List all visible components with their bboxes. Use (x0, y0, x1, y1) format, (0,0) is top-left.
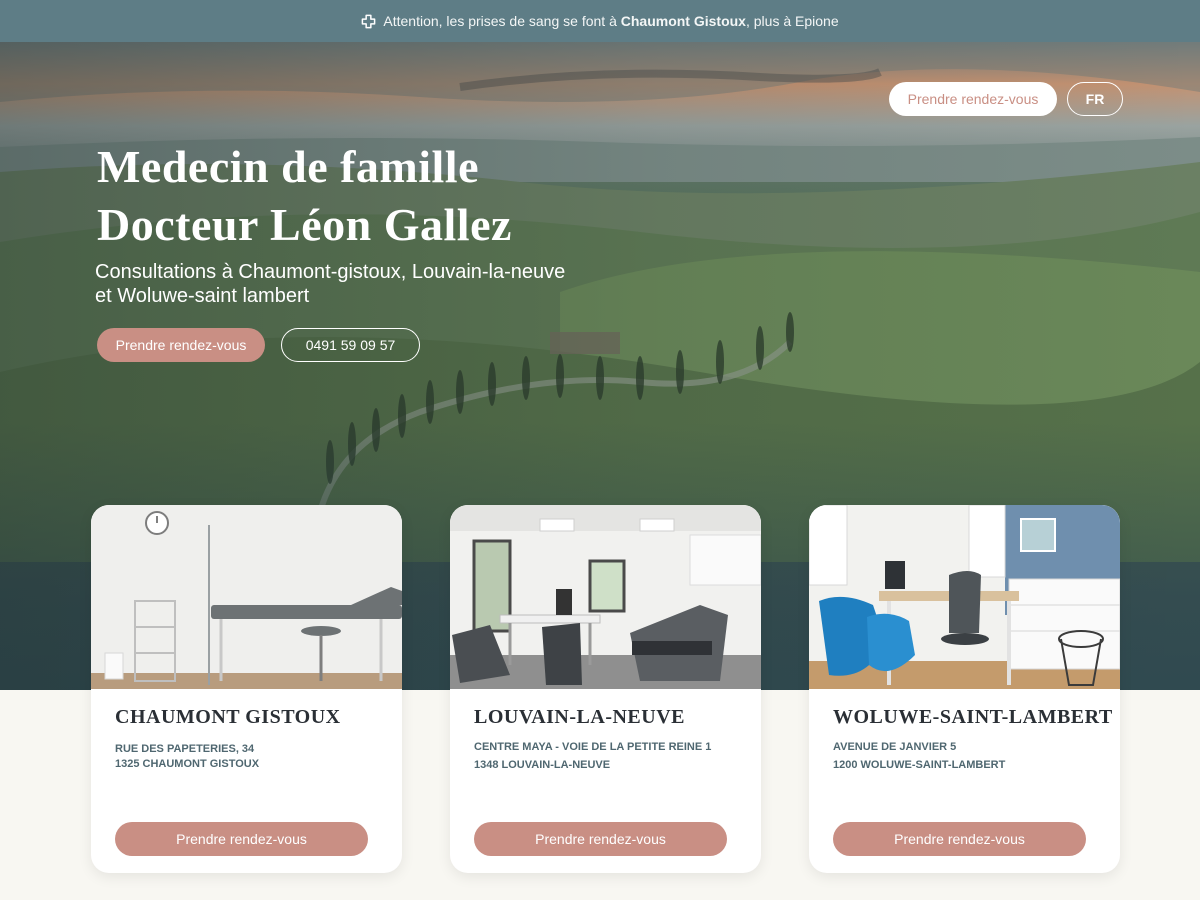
address-line-1: RUE DES PAPETERIES, 34 (115, 743, 255, 755)
hero-subtitle: Consultations à Chaumont-gistoux, Louvai… (95, 261, 566, 307)
announcement-highlight: Chaumont Gistoux (620, 13, 746, 29)
appointment-button-chaumont[interactable]: Prendre rendez-vous (115, 822, 368, 856)
address-line-1: AVENUE DE JANVIER 5 (833, 741, 957, 753)
clinic-photo-chaumont (91, 505, 402, 689)
announcement-suffix: , plus à Epione (745, 13, 839, 29)
location-address: CENTRE MAYA - VOIE DE LA PETITE REINE 1 … (474, 740, 711, 773)
title-line-2: Docteur Léon Gallez (97, 199, 512, 250)
clinic-photo-woluwe (809, 505, 1120, 689)
address-line-2: 1348 LOUVAIN-LA-NEUVE (474, 759, 611, 771)
clinic-photo-louvain (450, 505, 761, 689)
location-address: AVENUE DE JANVIER 5 1200 WOLUWE-SAINT-LA… (833, 740, 1005, 773)
location-address: RUE DES PAPETERIES, 34 1325 CHAUMONT GIS… (115, 742, 259, 772)
location-card-woluwe: WOLUWE-SAINT-LAMBERT AVENUE DE JANVIER 5… (809, 505, 1120, 873)
language-selector[interactable]: FR (1067, 82, 1123, 116)
announcement-bar: Attention, les prises de sang se font à … (0, 0, 1200, 42)
medical-cross-icon (362, 14, 376, 28)
header-appointment-button[interactable]: Prendre rendez-vous (889, 82, 1057, 116)
appointment-button-woluwe[interactable]: Prendre rendez-vous (833, 822, 1086, 856)
location-city: LOUVAIN-LA-NEUVE (474, 706, 685, 728)
announcement-text: Attention, les prises de sang se font à … (383, 13, 838, 29)
announcement-prefix: Attention, les prises de sang se font à (383, 13, 617, 29)
hero-appointment-button[interactable]: Prendre rendez-vous (97, 328, 265, 362)
address-line-2: 1325 CHAUMONT GISTOUX (115, 758, 260, 770)
location-city: WOLUWE-SAINT-LAMBERT (833, 706, 1113, 728)
address-line-1: CENTRE MAYA - VOIE DE LA PETITE REINE 1 (474, 741, 712, 753)
location-city: CHAUMONT GISTOUX (115, 706, 341, 728)
address-line-2: 1200 WOLUWE-SAINT-LAMBERT (833, 759, 1006, 771)
page-title: Medecin de famille Docteur Léon Gallez (97, 138, 512, 254)
location-card-louvain: LOUVAIN-LA-NEUVE CENTRE MAYA - VOIE DE L… (450, 505, 761, 873)
phone-button[interactable]: 0491 59 09 57 (281, 328, 420, 362)
title-line-1: Medecin de famille (97, 141, 480, 192)
location-card-chaumont: CHAUMONT GISTOUX RUE DES PAPETERIES, 34 … (91, 505, 402, 873)
appointment-button-louvain[interactable]: Prendre rendez-vous (474, 822, 727, 856)
